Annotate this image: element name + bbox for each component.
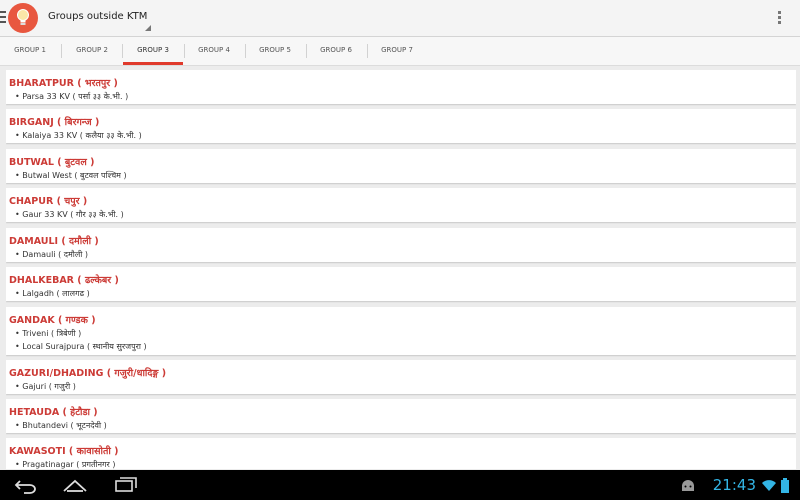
substation-item: • Butwal West ( बुटवल पश्चिम ) [15,171,127,180]
substation-item: • Gajuri ( गजुरी ) [15,382,76,391]
group-title: BIRGANJ ( बिरगन्ज ) [9,117,100,128]
substation-item: • Bhutandevi ( भूटनदेवी ) [15,421,107,430]
group-title: DAMAULI ( दमौली ) [9,236,99,247]
group-title: HETAUDA ( हेटौडा ) [9,407,98,418]
system-navigation-bar: 21:43 [0,470,800,500]
substation-item: • Kalaiya 33 KV ( कलैया ३३ के.भी. ) [15,131,142,140]
list-item[interactable]: KAWASOTI ( कावासोती ) • Pragatinagar ( प… [6,438,796,469]
tab-group-7[interactable]: GROUP 7 [367,37,427,65]
tab-group-6[interactable]: GROUP 6 [306,37,366,65]
wifi-icon [762,480,776,491]
list-item[interactable]: BIRGANJ ( बिरगन्ज ) • Kalaiya 33 KV ( कल… [6,109,796,143]
back-icon[interactable] [14,476,38,494]
group-title: KAWASOTI ( कावासोती ) [9,446,119,457]
tab-group-2[interactable]: GROUP 2 [62,37,122,65]
group-title: BUTWAL ( बुटवल ) [9,157,95,168]
substation-item: • Local Surajpura ( स्थानीय सुरजपुरा ) [15,342,147,351]
list-item[interactable]: GANDAK ( गण्डक ) • Triveni ( त्रिबेणी ) … [6,307,796,355]
action-bar: Groups outside KTM [0,0,800,37]
overflow-menu-icon[interactable] [778,11,782,25]
tab-bar: GROUP 1 GROUP 2 GROUP 3 GROUP 4 GROUP 5 … [0,37,800,66]
battery-icon [781,478,789,493]
substation-item: • Gaur 33 KV ( गौर ३३ के.भी. ) [15,210,124,219]
group-title: CHAPUR ( चपुर ) [9,196,88,207]
group-title: GANDAK ( गण्डक ) [9,315,96,326]
tab-group-5[interactable]: GROUP 5 [245,37,305,65]
group-title: DHALKEBAR ( ढल्केबर ) [9,275,119,286]
substation-item: • Pragatinagar ( प्रगतीनगर ) [15,460,116,469]
group-list[interactable]: BHARATPUR ( भरतपुर ) • Parsa 33 KV ( पर्… [6,67,796,469]
tab-group-3[interactable]: GROUP 3 [123,37,183,65]
drawer-indicator-icon[interactable] [0,11,6,25]
list-item[interactable]: BUTWAL ( बुटवल ) • Butwal West ( बुटवल प… [6,149,796,183]
group-title: BHARATPUR ( भरतपुर ) [9,78,118,89]
list-item[interactable]: HETAUDA ( हेटौडा ) • Bhutandevi ( भूटनदे… [6,399,796,433]
list-item[interactable]: BHARATPUR ( भरतपुर ) • Parsa 33 KV ( पर्… [6,70,796,104]
substation-item: • Triveni ( त्रिबेणी ) [15,329,82,338]
recent-apps-icon[interactable] [114,476,138,494]
substation-item: • Damauli ( दमौली ) [15,250,89,259]
substation-item: • Lalgadh ( लालगढ ) [15,289,90,298]
spinner-caret-icon[interactable] [145,25,151,31]
app-title[interactable]: Groups outside KTM [48,11,147,22]
substation-item: • Parsa 33 KV ( पर्सा ३३ के.भी. ) [15,92,129,101]
list-item[interactable]: GAZURI/DHADING ( गजुरी/धादिङ्ग ) • Gajur… [6,360,796,394]
tab-group-1[interactable]: GROUP 1 [0,37,60,65]
status-clock: 21:43 [712,476,756,494]
list-item[interactable]: DHALKEBAR ( ढल्केबर ) • Lalgadh ( लालगढ … [6,267,796,301]
group-title: GAZURI/DHADING ( गजुरी/धादिङ्ग ) [9,368,167,379]
list-item[interactable]: CHAPUR ( चपुर ) • Gaur 33 KV ( गौर ३३ के… [6,188,796,222]
tab-group-4[interactable]: GROUP 4 [184,37,244,65]
android-debug-icon [682,480,694,491]
home-icon[interactable] [62,476,88,494]
lightbulb-icon[interactable] [8,3,38,33]
list-item[interactable]: DAMAULI ( दमौली ) • Damauli ( दमौली ) [6,228,796,262]
